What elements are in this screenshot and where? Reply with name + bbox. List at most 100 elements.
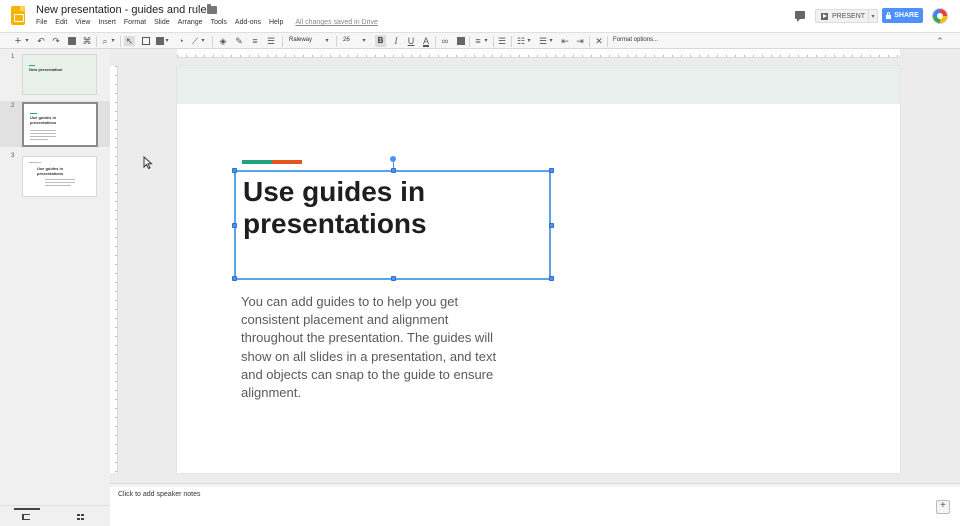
menu-insert[interactable]: Insert <box>98 19 116 26</box>
border-dash-icon[interactable]: ☰ <box>266 36 276 46</box>
menu-format[interactable]: Format <box>124 19 146 26</box>
border-weight-icon[interactable]: ≡ <box>250 36 260 46</box>
present-button[interactable]: PRESENT <box>815 9 870 23</box>
slide-thumbnail-1[interactable]: New presentation <box>22 54 97 95</box>
slide-title[interactable]: Use guides in presentations <box>243 176 427 240</box>
text-box-icon[interactable] <box>142 37 150 45</box>
star-icon[interactable]: ☆ <box>193 3 203 16</box>
comments-icon[interactable] <box>795 11 805 22</box>
italic-button[interactable]: I <box>391 36 401 46</box>
line-spacing-icon[interactable]: ☰ <box>497 36 507 46</box>
resize-handle-left[interactable] <box>232 223 237 228</box>
clear-formatting-icon[interactable]: ✕ <box>594 36 604 46</box>
menu-view[interactable]: View <box>75 19 90 26</box>
resize-handle-right[interactable] <box>549 223 554 228</box>
thumb-text-line <box>45 185 71 186</box>
image-chevron-icon[interactable]: ▾ <box>164 36 170 46</box>
menu-addons[interactable]: Add-ons <box>235 19 261 26</box>
speaker-notes-placeholder[interactable]: Click to add speaker notes <box>118 491 201 498</box>
accent-bar-orange[interactable] <box>272 160 302 164</box>
speaker-notes[interactable]: Click to add speaker notes <box>110 487 960 526</box>
vertical-ruler[interactable] <box>110 66 118 473</box>
new-slide-chevron-icon[interactable]: ▾ <box>24 36 30 46</box>
toolbar-separator <box>435 36 436 47</box>
font-chevron-icon[interactable]: ▾ <box>324 36 330 46</box>
menu-file[interactable]: File <box>36 19 47 26</box>
avatar[interactable] <box>932 8 948 24</box>
slides-logo-icon[interactable] <box>11 6 25 25</box>
slide-thumbnail-3[interactable]: Use guides in presentations <box>22 156 97 197</box>
select-cursor-icon[interactable]: ↖ <box>124 36 135 46</box>
format-options-button[interactable]: Format options... <box>613 37 658 43</box>
grid-view-icon[interactable] <box>77 514 84 520</box>
font-size-select[interactable]: 26 <box>343 37 350 43</box>
menu-arrange[interactable]: Arrange <box>178 19 203 26</box>
comment-add-icon[interactable] <box>457 37 465 45</box>
border-color-icon[interactable]: ✎ <box>234 36 244 46</box>
font-size-chevron-icon[interactable]: ▾ <box>361 36 367 46</box>
decrease-indent-icon[interactable]: ⇤ <box>560 36 570 46</box>
align-chevron-icon[interactable]: ▾ <box>483 36 489 46</box>
bulleted-list-chevron-icon[interactable]: ▾ <box>548 36 554 46</box>
image-icon[interactable] <box>156 37 164 45</box>
resize-handle-bottom-right[interactable] <box>549 276 554 281</box>
title-text-box[interactable]: Use guides in presentations <box>232 156 554 281</box>
resize-handle-top-right[interactable] <box>549 168 554 173</box>
increase-indent-icon[interactable]: ⇥ <box>575 36 585 46</box>
print-icon[interactable] <box>68 37 76 45</box>
text-color-button[interactable]: A <box>421 36 431 46</box>
toolbar-separator <box>469 36 470 47</box>
menu-help[interactable]: Help <box>269 19 283 26</box>
zoom-icon[interactable]: ⌕ <box>100 36 110 46</box>
numbered-list-icon[interactable]: ☷ <box>516 36 526 46</box>
thumb-accent <box>30 113 37 114</box>
bold-button[interactable]: B <box>375 35 386 47</box>
numbered-list-chevron-icon[interactable]: ▾ <box>526 36 532 46</box>
present-dropdown-chevron-icon[interactable]: ▾ <box>868 9 878 23</box>
present-label: PRESENT <box>832 12 866 20</box>
horizontal-ruler[interactable] <box>177 49 900 58</box>
shape-icon[interactable]: ◔ <box>176 36 186 46</box>
zoom-chevron-icon[interactable]: ▾ <box>110 36 116 46</box>
new-slide-plus-icon[interactable]: + <box>13 36 23 47</box>
align-icon[interactable]: ≡ <box>473 36 483 46</box>
thumb-text-line <box>30 139 48 140</box>
accent-bar-teal[interactable] <box>242 160 272 164</box>
menu-slide[interactable]: Slide <box>154 19 170 26</box>
filmstrip-view-icon[interactable] <box>22 514 30 520</box>
toolbar-separator <box>493 36 494 47</box>
share-button[interactable]: SHARE <box>882 8 923 23</box>
redo-icon[interactable]: ↷ <box>51 36 61 46</box>
toolbar-separator <box>120 36 121 47</box>
resize-handle-bottom-left[interactable] <box>232 276 237 281</box>
bulleted-list-icon[interactable]: ☰ <box>538 36 548 46</box>
slide-filmstrip: 1 New presentation 2 Use guides in prese… <box>0 49 110 511</box>
underline-button[interactable]: U <box>406 36 416 46</box>
toolbar-separator <box>511 36 512 47</box>
resize-handle-top[interactable] <box>391 168 396 173</box>
folder-icon[interactable] <box>207 4 217 14</box>
fill-color-icon[interactable]: ◈ <box>218 36 228 46</box>
resize-handle-top-left[interactable] <box>232 168 237 173</box>
slide-thumbnail-2[interactable]: Use guides in presentations <box>22 102 98 147</box>
saved-status[interactable]: All changes saved in Drive <box>295 19 378 26</box>
thumb-text-line <box>45 179 75 180</box>
menu-tools[interactable]: Tools <box>211 19 227 26</box>
slide-body-text[interactable]: You can add guides to to help you get co… <box>241 293 511 402</box>
link-icon[interactable]: ∞ <box>440 36 450 46</box>
resize-handle-bottom[interactable] <box>391 276 396 281</box>
font-select[interactable]: Raleway <box>289 37 312 43</box>
slide-canvas[interactable]: Use guides in presentations You can add … <box>177 66 900 473</box>
line-icon[interactable]: ⟋ <box>190 36 200 46</box>
thumb-accent <box>29 65 35 66</box>
rotate-handle[interactable] <box>390 156 396 162</box>
paint-format-icon[interactable]: ⌘ <box>82 36 92 46</box>
undo-icon[interactable]: ↶ <box>36 36 46 46</box>
line-chevron-icon[interactable]: ▾ <box>200 36 206 46</box>
menu-edit[interactable]: Edit <box>55 19 67 26</box>
collapse-chevron-up-icon[interactable]: ⌃ <box>935 36 945 46</box>
document-title[interactable]: New presentation - guides and rulers <box>36 4 216 16</box>
active-view-indicator <box>14 508 40 510</box>
explore-plus-icon[interactable] <box>936 500 950 514</box>
thumb-text-line <box>45 182 75 183</box>
